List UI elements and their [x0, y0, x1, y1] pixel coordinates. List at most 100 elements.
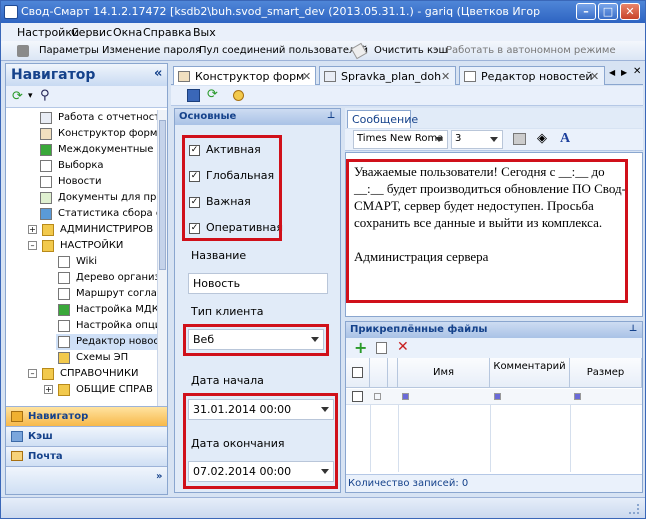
size-select[interactable]: 3 — [451, 130, 503, 149]
save-icon[interactable] — [187, 89, 200, 102]
grid-col-name[interactable]: Имя — [398, 358, 490, 388]
attachments-grid: Имя Комментарий Размер — [346, 358, 642, 472]
tree-item[interactable]: Настройка МДКС — [6, 302, 157, 318]
tree-folder[interactable]: – НАСТРОЙКИ — [6, 238, 157, 254]
tree-item[interactable]: Схемы ЭП — [6, 350, 157, 366]
tree-item[interactable]: Выборка — [6, 158, 157, 174]
folder-open-icon — [42, 368, 54, 380]
message-editor[interactable]: Уважаемые пользователи! Сегодня с __:__ … — [345, 152, 643, 317]
dropdown-arrow-icon[interactable]: ▾ — [28, 90, 33, 103]
close-tab-icon[interactable]: ✕ — [302, 70, 311, 83]
navigator-tree: Работа с отчетност Конструктор форм Межд… — [6, 110, 157, 410]
name-field[interactable]: Новость — [188, 273, 328, 294]
grid-divider — [570, 405, 571, 472]
resize-grip-icon[interactable] — [629, 504, 639, 514]
collapse-icon[interactable]: – — [28, 369, 37, 378]
grid-col-size[interactable]: Размер — [570, 358, 642, 388]
pin-icon[interactable]: ⊥ — [327, 111, 335, 121]
maximize-button[interactable]: □ — [598, 3, 618, 20]
news-editor-icon — [58, 336, 70, 348]
grid-corner[interactable] — [346, 358, 370, 388]
offline-button[interactable]: Работать в автономном режиме — [446, 45, 616, 56]
paint-bucket-icon[interactable]: ◈ — [537, 131, 547, 146]
tree-item-selected[interactable]: Редактор новост — [56, 334, 157, 350]
font-color-icon[interactable]: A — [560, 130, 570, 147]
nav-button-cache[interactable]: Кэш — [6, 426, 167, 446]
menu-settings[interactable]: Настройки — [17, 26, 79, 39]
cache-icon — [11, 431, 23, 442]
scheme-icon — [58, 352, 70, 364]
change-password-button[interactable]: Изменение пароля — [102, 45, 201, 56]
close-tab-icon[interactable]: ✕ — [590, 70, 599, 83]
scroll-thumb[interactable] — [159, 120, 166, 270]
tree-folder[interactable]: – СПРАВОЧНИКИ — [6, 366, 157, 382]
filter-cell[interactable] — [574, 393, 581, 400]
wiki-icon — [58, 256, 70, 268]
add-icon[interactable]: + — [354, 339, 367, 356]
refresh-icon[interactable]: ⟳ — [12, 90, 23, 103]
filter-cell[interactable] — [494, 393, 501, 400]
folder-open-icon — [42, 240, 54, 252]
tree-item[interactable]: Новости — [6, 174, 157, 190]
tree-item[interactable]: Конструктор форм — [6, 126, 157, 142]
tree-item[interactable]: Междокументные К — [6, 142, 157, 158]
nav-button-mail[interactable]: Почта — [6, 446, 167, 466]
tab-news-editor[interactable]: Редактор новостей ✕ — [459, 66, 605, 85]
tree-item[interactable]: Wiki — [6, 254, 157, 270]
filter-cell[interactable] — [402, 393, 409, 400]
grid-col-comment[interactable]: Комментарий — [490, 358, 570, 388]
route-icon — [58, 288, 70, 300]
navigator-vscrollbar[interactable] — [157, 110, 167, 410]
tab-scroll-right-icon[interactable]: ▶ — [621, 68, 627, 77]
delete-icon[interactable]: ✕ — [397, 339, 409, 356]
tab-form-constructor[interactable]: Конструктор форм ✕ — [173, 66, 316, 85]
clear-cache-button[interactable]: Очистить кэш — [374, 45, 448, 56]
filter-icon[interactable] — [352, 391, 363, 402]
tree-item[interactable]: Маршрут согласо — [6, 286, 157, 302]
chevron-double-down-icon[interactable]: » — [156, 471, 162, 482]
menu-help[interactable]: Справка — [143, 26, 191, 39]
expand-icon[interactable]: + — [44, 385, 53, 394]
tab-spravka[interactable]: Spravka_plan_doh ✕ — [319, 66, 456, 85]
edit-icon[interactable] — [376, 342, 387, 354]
tree-item[interactable]: Документы для про — [6, 190, 157, 206]
menu-exit[interactable]: Вых — [193, 26, 216, 39]
nav-button-navigator[interactable]: Навигатор — [6, 406, 167, 426]
collapse-icon[interactable]: – — [28, 241, 37, 250]
tab-close-all-icon[interactable]: ✕ — [633, 66, 641, 77]
tab-scroll-left-icon[interactable]: ◀ — [609, 68, 615, 77]
main-toolbar: Параметры Изменение пароля Пул соединени… — [1, 41, 645, 61]
app-window: Свод-Смарт 14.1.2.17472 [ksdb2\buh.svod_… — [0, 0, 646, 519]
expand-icon[interactable]: + — [28, 225, 37, 234]
params-button[interactable]: Параметры — [39, 45, 99, 56]
tree-item[interactable]: Статистика сбора о — [6, 206, 157, 222]
refresh-icon[interactable]: ⟳ — [207, 88, 218, 102]
filter-cell[interactable] — [374, 393, 381, 400]
grid-select-col[interactable] — [370, 358, 388, 388]
tree-item[interactable]: Работа с отчетност — [6, 110, 157, 126]
filter-row[interactable] — [346, 389, 642, 405]
options-icon — [58, 320, 70, 332]
grid-attach-col[interactable] — [388, 358, 398, 388]
tree-item[interactable]: Дерево организ — [6, 270, 157, 286]
constructor-icon — [178, 71, 190, 82]
pin-icon[interactable]: ⊥ — [629, 324, 637, 334]
menu-windows[interactable]: Окна — [113, 26, 142, 39]
minimize-button[interactable]: – — [576, 3, 596, 20]
close-tab-icon[interactable]: ✕ — [441, 70, 450, 83]
tree-item[interactable]: Настройка опци — [6, 318, 157, 334]
attachments-status: Количество записей: 0 — [346, 474, 642, 492]
print-icon[interactable] — [513, 133, 526, 145]
font-select[interactable]: Times New Roma — [353, 130, 448, 149]
menu-service[interactable]: Сервис — [71, 26, 112, 39]
tab-message[interactable]: Сообщение — [347, 110, 418, 128]
tree-folder[interactable]: + ОБЩИЕ СПРАВ — [6, 382, 157, 398]
nav-button-overflow[interactable]: » — [6, 466, 167, 494]
close-button[interactable]: ✕ — [620, 3, 640, 20]
collapse-button[interactable]: « — [154, 66, 162, 81]
pool-button[interactable]: Пул соединений пользователей — [199, 45, 368, 56]
column-chooser-icon[interactable] — [352, 367, 363, 378]
publish-icon[interactable] — [233, 90, 244, 101]
binoculars-icon[interactable]: ⚲ — [40, 89, 50, 102]
tree-folder[interactable]: + АДМИНИСТРИРОВ — [6, 222, 157, 238]
